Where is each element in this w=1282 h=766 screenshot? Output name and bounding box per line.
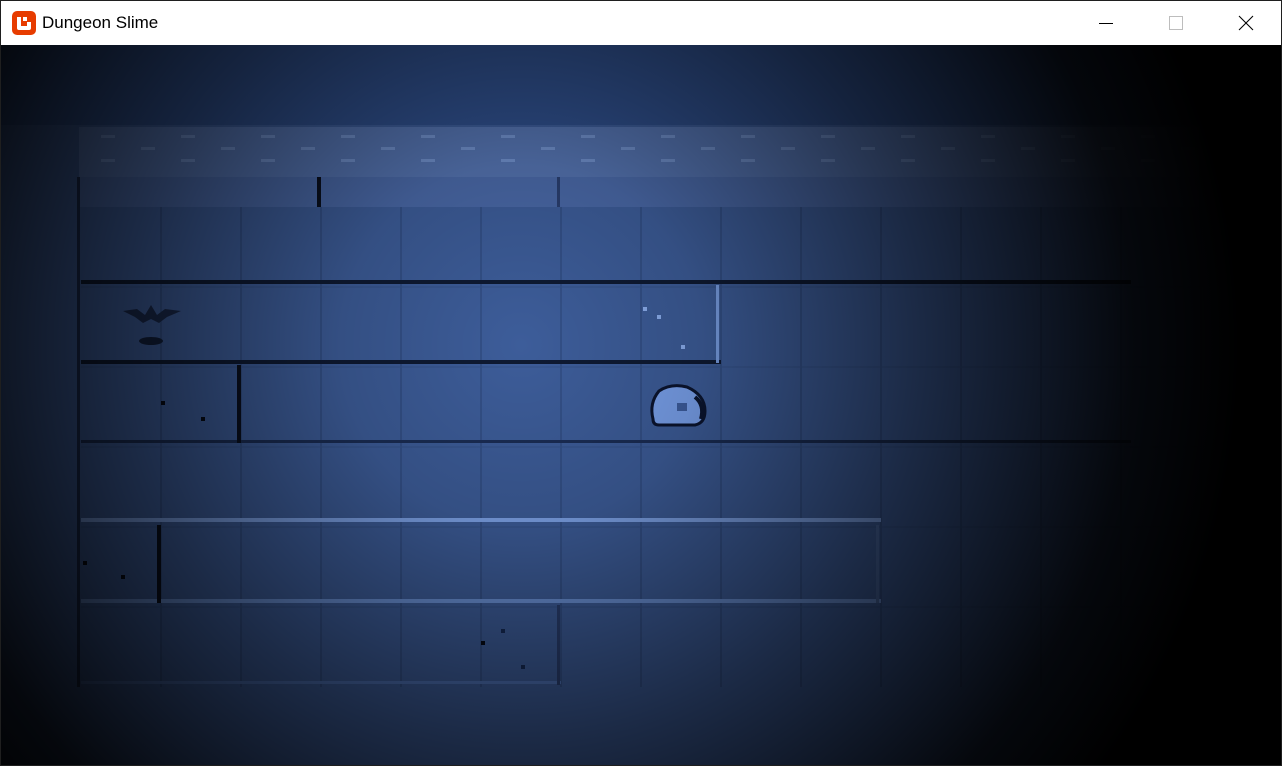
close-icon [1238, 15, 1254, 31]
title-bar[interactable]: Dungeon Slime [1, 1, 1281, 45]
maximize-button[interactable] [1141, 1, 1211, 45]
light-mask [1, 45, 1281, 765]
caption-buttons [1071, 1, 1281, 45]
close-button[interactable] [1211, 1, 1281, 45]
minimize-icon [1099, 23, 1113, 24]
game-viewport[interactable] [1, 45, 1281, 765]
window-title: Dungeon Slime [42, 13, 159, 32]
game-window: Dungeon Slime [0, 0, 1282, 766]
maximize-icon [1169, 16, 1183, 30]
dungeon-map [1, 45, 1281, 765]
monogame-logo-icon [12, 11, 36, 35]
minimize-button[interactable] [1071, 1, 1141, 45]
